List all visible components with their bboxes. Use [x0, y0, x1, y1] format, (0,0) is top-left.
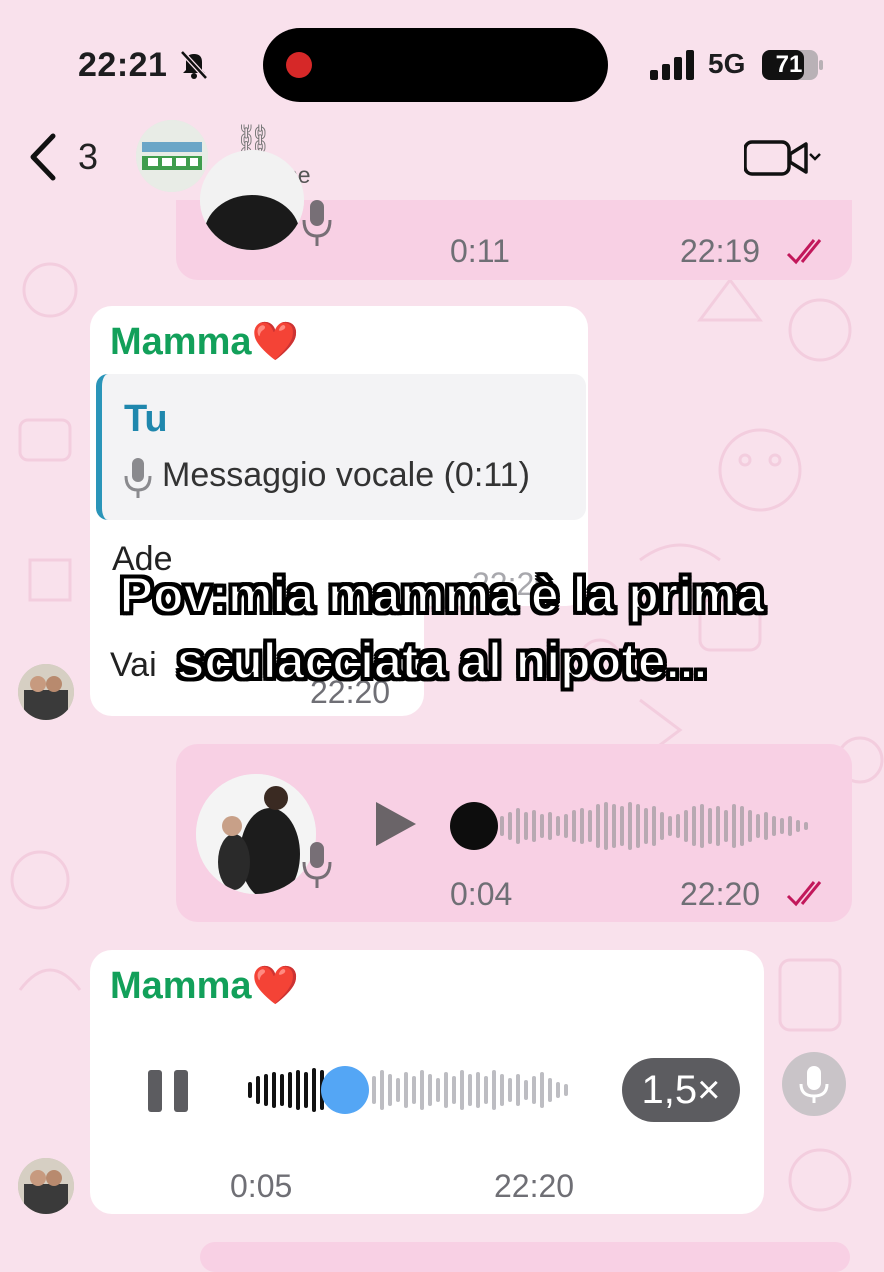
mic-icon	[302, 842, 332, 888]
sender-name[interactable]: Mamma❤️	[110, 964, 299, 1008]
play-icon[interactable]	[372, 800, 418, 848]
voice-sender-avatar	[200, 150, 304, 250]
message-time: 22:20	[494, 1168, 575, 1204]
mic-icon	[302, 200, 332, 246]
quoted-author: Tu	[124, 398, 168, 440]
status-time: 22:21	[78, 46, 168, 84]
back-chevron-icon[interactable]	[25, 132, 59, 182]
video-call-icon[interactable]	[744, 138, 824, 178]
sender-name[interactable]: Mamma❤️	[110, 320, 299, 364]
read-ticks-icon	[786, 881, 822, 907]
group-avatar[interactable]	[136, 120, 208, 192]
bell-muted-icon	[180, 50, 208, 80]
pause-icon[interactable]	[146, 1070, 190, 1112]
quoted-message[interactable]	[96, 374, 586, 520]
voice-waveform[interactable]	[244, 1060, 584, 1120]
battery-level: 71	[775, 51, 803, 78]
read-ticks-icon	[786, 239, 822, 265]
voice-sender-avatar[interactable]	[196, 774, 316, 894]
voice-duration: 0:04	[450, 876, 513, 912]
dynamic-island	[263, 28, 608, 102]
message-time: 22:20	[680, 876, 761, 912]
message-time: 22:19	[680, 233, 761, 269]
voice-waveform[interactable]	[448, 796, 818, 856]
mic-icon	[799, 1066, 829, 1103]
voice-duration: 0:11	[450, 233, 510, 269]
next-message-bubble	[200, 1242, 850, 1272]
unread-count[interactable]: 3	[78, 136, 98, 178]
caption-line-2: sculacciata al nipote...	[176, 632, 709, 690]
voice-elapsed: 0:05	[230, 1168, 293, 1204]
record-voice-button[interactable]	[782, 1052, 846, 1116]
network-type: 5G	[708, 48, 746, 79]
playback-speed-button[interactable]: 1,5×	[622, 1058, 740, 1122]
caption-line-1: Pov:mia mamma è la prima	[119, 566, 766, 624]
quoted-text: Messaggio vocale (0:11)	[162, 456, 530, 494]
recording-indicator	[286, 52, 312, 78]
sender-avatar[interactable]	[18, 1158, 74, 1214]
mic-icon	[124, 458, 152, 498]
signal-icon	[650, 50, 694, 80]
